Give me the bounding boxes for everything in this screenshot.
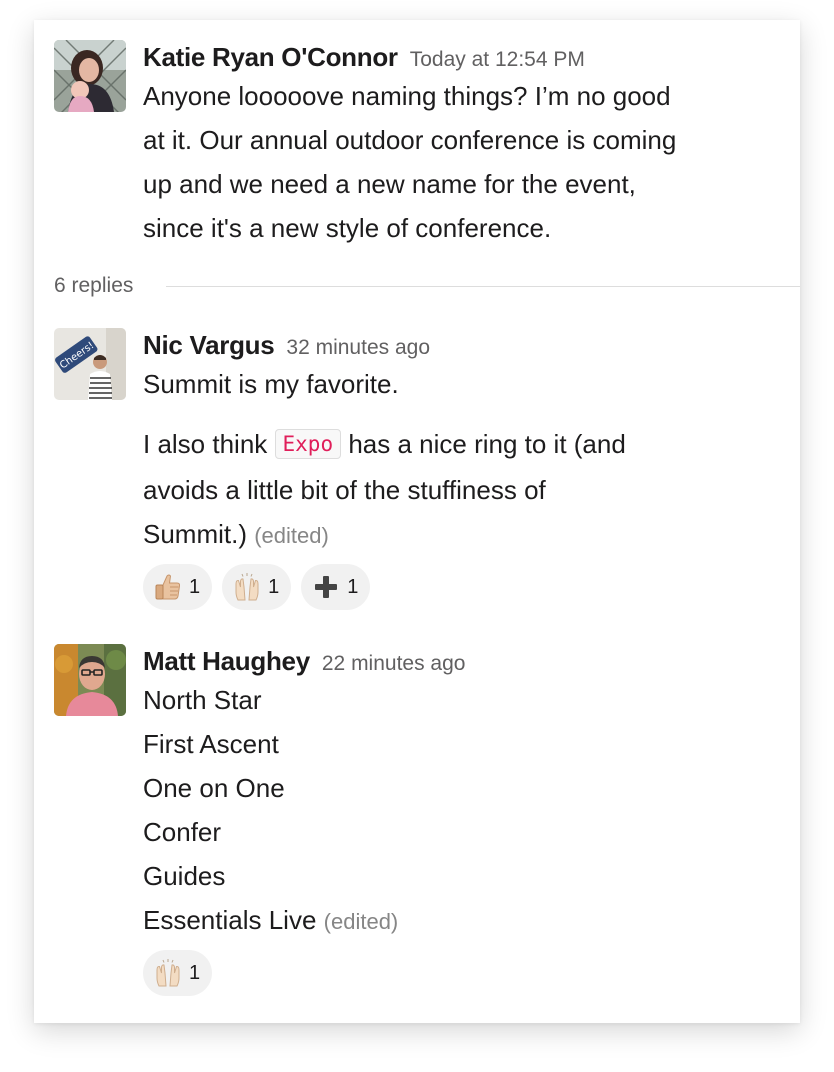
- reaction-bar: 1: [143, 950, 773, 996]
- message-text: has a nice ring to it (and: [341, 429, 626, 459]
- raised-hands-icon: [235, 573, 259, 601]
- replies-divider: 6 replies: [54, 272, 800, 300]
- message-line: North Star: [143, 685, 262, 715]
- message-content: Katie Ryan O'Connor Today at 12:54 PM Any…: [143, 40, 773, 250]
- reaction-raised-hands[interactable]: 1: [143, 950, 213, 996]
- avatar[interactable]: [54, 40, 126, 112]
- author-name[interactable]: Nic Vargus: [143, 330, 275, 360]
- message-line: I also think Expo has a nice ring to it …: [143, 422, 773, 468]
- replies-count[interactable]: 6 replies: [54, 272, 152, 300]
- message-line: Anyone looooove naming things? I’m no go…: [143, 81, 671, 111]
- message-content: Matt Haughey 22 minutes ago North Star Fi…: [143, 644, 773, 996]
- message-line: Guides: [143, 861, 226, 891]
- reaction-count: 1: [189, 575, 201, 598]
- avatar-nic-icon: Cheers!: [54, 328, 126, 400]
- author-name[interactable]: Katie Ryan O'Connor: [143, 42, 398, 72]
- message-line: Essentials Live (edited): [143, 898, 773, 944]
- avatar[interactable]: Cheers!: [54, 328, 126, 400]
- message-line: at it. Our annual outdoor conference is …: [143, 125, 677, 155]
- reaction-plus[interactable]: 1: [301, 564, 371, 610]
- message-line: avoids a little bit of the stuffiness of: [143, 475, 546, 505]
- divider-line: [166, 286, 800, 287]
- avatar[interactable]: [54, 644, 126, 716]
- reaction-count: 1: [268, 575, 280, 598]
- reaction-count: 1: [347, 575, 359, 598]
- inline-code: Expo: [274, 429, 342, 459]
- timestamp[interactable]: 22 minutes ago: [322, 652, 466, 675]
- message-line: One on One: [143, 773, 285, 803]
- message-text: Essentials Live: [143, 905, 317, 935]
- message-text: I also think: [143, 429, 275, 459]
- message-line: Summit is my favorite.: [143, 369, 399, 399]
- plus-icon: [315, 576, 338, 598]
- message-line: Summit.) (edited): [143, 512, 773, 558]
- message-line: Confer: [143, 817, 222, 847]
- message-text: Summit.): [143, 519, 247, 549]
- thread-card: Katie Ryan O'Connor Today at 12:54 PM Any…: [34, 20, 800, 1023]
- timestamp[interactable]: Today at 12:54 PM: [410, 48, 585, 71]
- reaction-bar: 1 1 1: [143, 564, 773, 610]
- reaction-raised-hands[interactable]: 1: [222, 564, 292, 610]
- message-line: First Ascent: [143, 729, 279, 759]
- thumbs-up-icon: [155, 574, 181, 600]
- message-line: up and we need a new name for the event,: [143, 169, 636, 199]
- message-line: since it's a new style of conference.: [143, 213, 552, 243]
- reaction-thumbs-up[interactable]: 1: [143, 564, 213, 610]
- edited-label: (edited): [254, 523, 329, 548]
- timestamp[interactable]: 32 minutes ago: [286, 336, 430, 359]
- author-name[interactable]: Matt Haughey: [143, 646, 310, 676]
- message-content: Nic Vargus 32 minutes ago Summit is my fa…: [143, 328, 773, 610]
- raised-hands-icon: [156, 959, 180, 987]
- avatar-matt-icon: [54, 644, 126, 716]
- reaction-count: 1: [189, 961, 201, 984]
- avatar-katie-icon: [54, 40, 126, 112]
- edited-label: (edited): [323, 909, 399, 934]
